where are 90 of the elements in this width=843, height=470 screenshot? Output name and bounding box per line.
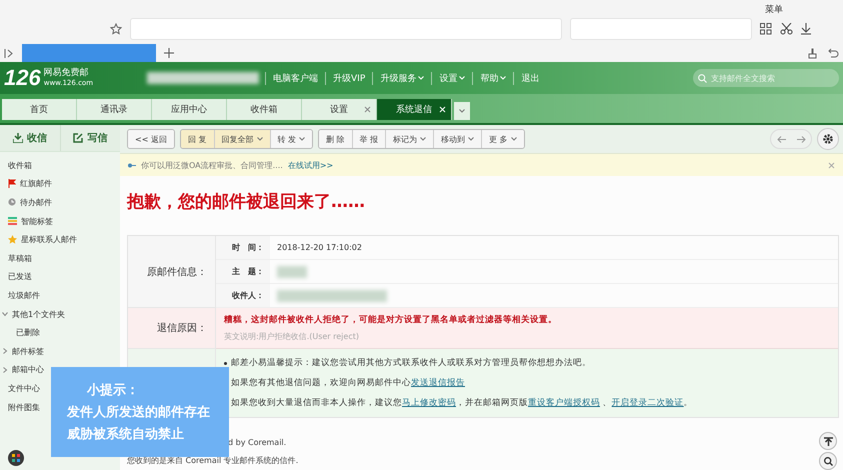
suggestion-link[interactable]: 重设客户端授权码: [528, 398, 600, 408]
receive-button[interactable]: 收信: [0, 125, 60, 151]
inbox-icon: [12, 133, 23, 143]
sidebar-toggle-icon[interactable]: [4, 48, 14, 58]
clock-icon: [8, 198, 16, 206]
browser-search-field[interactable]: [570, 18, 752, 40]
toolbar-button[interactable]: 转 发: [270, 130, 312, 148]
chevron-right-icon[interactable]: [2, 348, 8, 354]
tip-text: 发件人所发送的邮件存在: [67, 404, 211, 421]
toolbar-button[interactable]: 回 复: [180, 130, 214, 148]
key-icon: [128, 162, 136, 168]
notice-text: 你可以用泛微OA流程审批、合同管理....: [141, 160, 283, 170]
apps-icon[interactable]: [760, 23, 772, 35]
search-icon: [698, 74, 707, 82]
tab[interactable]: 通讯录: [77, 99, 152, 120]
tip-text: 威胁被系统自动禁止: [67, 426, 185, 443]
back-to-top-button[interactable]: [819, 432, 837, 450]
toolbar-button[interactable]: 回复全部: [214, 130, 270, 148]
tab[interactable]: 收件箱: [227, 99, 302, 120]
sidebar-item[interactable]: 收件箱: [8, 160, 32, 171]
logo-name: 网易免费邮: [44, 68, 90, 80]
row-label: 退信原因：: [128, 308, 216, 349]
reason-text: 糟糕，这封邮件被收件人拒绝了，可能是对方设置了黑名单或者过滤器等相关设置。: [224, 314, 558, 326]
zoom-button[interactable]: [819, 452, 837, 470]
tab[interactable]: 应用中心: [152, 99, 227, 120]
tip-title: 小提示：: [86, 382, 140, 399]
sidebar-item[interactable]: 智能标签: [21, 216, 53, 227]
tab[interactable]: 系统退信: [377, 99, 452, 120]
sidebar-item[interactable]: 待办邮件: [20, 196, 52, 208]
sidebar-item[interactable]: 红旗邮件: [20, 178, 52, 190]
bullet: [224, 362, 227, 364]
suggestion-text: 邮差小易温馨提示：建议您尝试用其他方式联系收件人或联系对方管理员帮你想想办法吧。: [231, 357, 591, 369]
reason-detail: 英文说明:用户拒绝收信.(User reject): [224, 331, 360, 342]
sidebar-item[interactable]: 垃圾邮件: [8, 290, 40, 301]
nav-link[interactable]: 电脑客户端: [265, 72, 326, 84]
row-label: 原邮件信息：: [128, 236, 216, 308]
field-label: 收件人：: [216, 284, 270, 307]
logo: 126: [4, 65, 41, 91]
settings-button[interactable]: [817, 128, 839, 150]
nav-link[interactable]: 升级VIP: [325, 72, 372, 84]
suggestion-link[interactable]: 发送退信报告: [411, 378, 465, 388]
compose-button[interactable]: 写信: [60, 125, 120, 151]
plus-icon[interactable]: [164, 48, 174, 58]
tab[interactable]: 设置: [302, 99, 377, 120]
zoom-icon: [824, 456, 832, 466]
broom-icon[interactable]: [807, 48, 818, 58]
chevron-right-icon[interactable]: [2, 366, 8, 373]
star-icon[interactable]: [110, 23, 122, 35]
sidebar-item[interactable]: 邮箱中心: [12, 364, 44, 376]
edit-icon: [73, 133, 84, 143]
scissors-icon[interactable]: [780, 23, 793, 35]
field-label: 主 题：: [216, 260, 270, 283]
apps-launcher-icon[interactable]: [8, 450, 24, 466]
suggestion-text: 如果您收到大量退信而非本人操作，建议您马上修改密码，并在邮箱网页版重设客户端授权码 、开启登录二次验证。: [231, 397, 693, 409]
star-icon: [8, 235, 17, 244]
suggestion-link[interactable]: 开启登录二次验证: [612, 398, 684, 408]
settings-icon: [822, 133, 834, 145]
field-label: 时 间：: [216, 236, 270, 259]
download-icon[interactable]: [801, 23, 811, 35]
tab[interactable]: 首页: [2, 99, 77, 120]
toolbar-button[interactable]: 删 除: [319, 130, 352, 148]
suggestion-link[interactable]: 马上修改密码: [402, 398, 456, 408]
sidebar-item[interactable]: 草稿箱: [8, 252, 32, 264]
toolbar-button[interactable]: 移动到: [433, 130, 482, 148]
nav-link[interactable]: 升级服务: [372, 72, 432, 84]
toolbar-button[interactable]: 标记为: [385, 130, 434, 148]
toolbar-button[interactable]: 举 报: [352, 130, 386, 148]
sidebar-item[interactable]: 附件图集: [8, 402, 40, 413]
arrow-right-icon: [796, 136, 806, 142]
sidebar-item[interactable]: 已发送: [8, 271, 32, 282]
caret-icon: [459, 109, 465, 113]
undo-icon[interactable]: [828, 48, 839, 58]
arrow-left-icon: [776, 136, 786, 142]
toolbar-button[interactable]: 更 多: [481, 130, 524, 148]
tags-icon: [8, 217, 17, 226]
sidebar-item[interactable]: 文件中心: [8, 382, 40, 394]
menu-button[interactable]: 菜单: [765, 3, 783, 16]
sidebar-item[interactable]: 邮件标签: [12, 346, 44, 357]
trial-link[interactable]: 在线试用>>: [288, 160, 334, 170]
suggestion-text: 如果您有其他退信问题，欢迎向网易邮件中心发送退信报告: [231, 377, 465, 389]
chevron-down-icon[interactable]: [2, 311, 8, 318]
sidebar-item[interactable]: 星标联系人邮件: [21, 234, 77, 246]
sidebar-item[interactable]: 已删除: [16, 327, 40, 338]
sidebar-item[interactable]: 其他1个文件夹: [12, 308, 66, 320]
bounce-heading: 抱歉，您的邮件被退回来了……: [127, 191, 366, 213]
tab-menu-button[interactable]: [454, 102, 470, 120]
field-value: 2018-12-20 17:10:02: [276, 243, 362, 252]
top-arrow-icon: [824, 436, 832, 446]
flag-icon: [8, 179, 16, 188]
toolbar-button[interactable]: << 返回: [128, 130, 174, 148]
